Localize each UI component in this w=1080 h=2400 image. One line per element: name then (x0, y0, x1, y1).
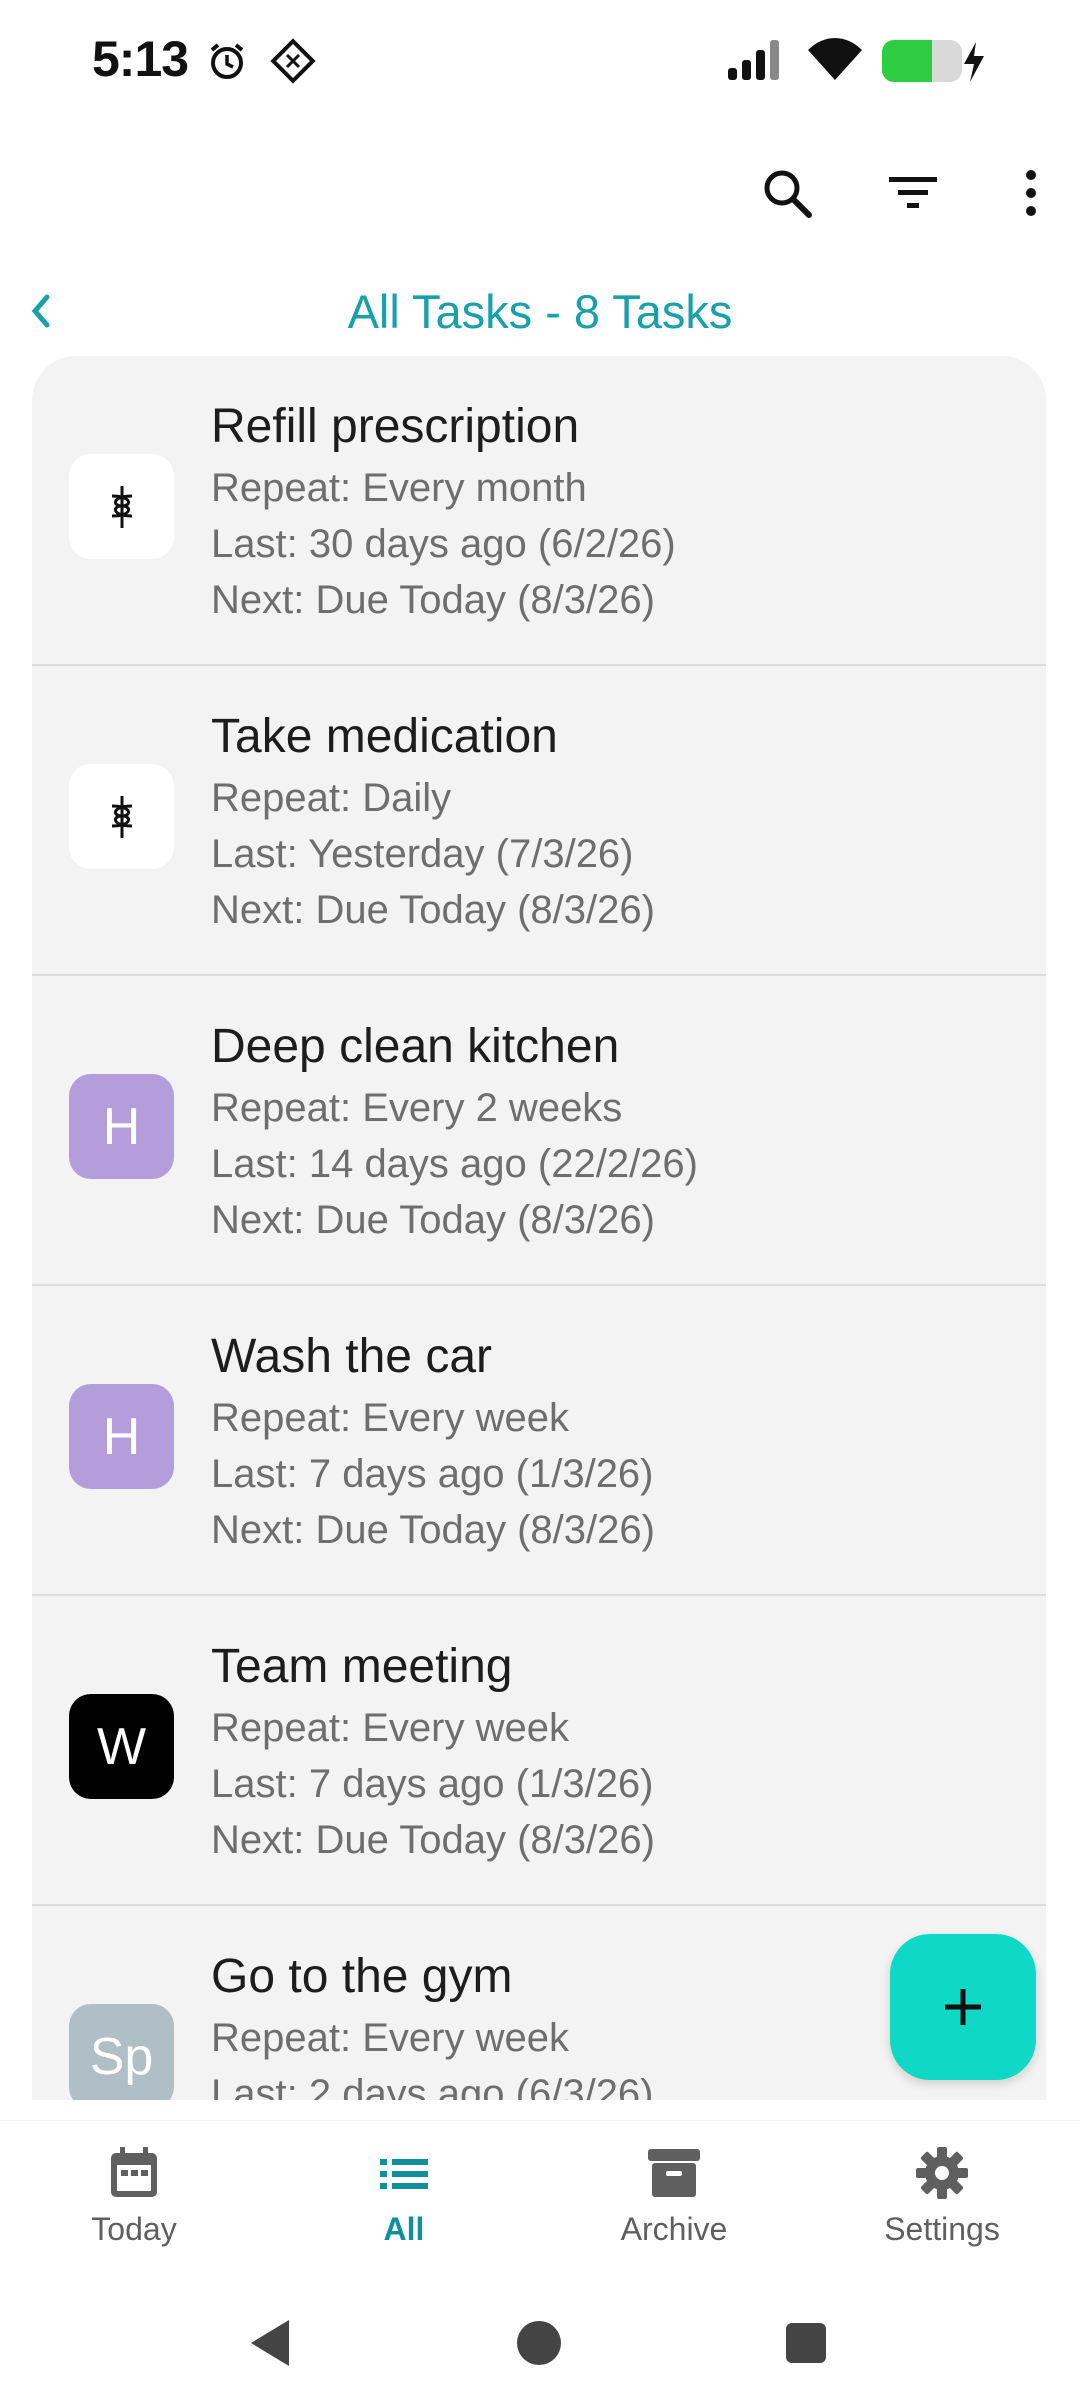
nav-settings[interactable]: Settings (842, 2145, 1042, 2275)
task-item[interactable]: Refill prescription Repeat: Every month … (32, 356, 1046, 666)
task-repeat: Repeat: Every week (211, 1706, 569, 1750)
task-title: Team meeting (211, 1640, 513, 1693)
filter-icon (889, 177, 937, 208)
task-avatar: H (69, 1074, 174, 1179)
task-next: Next: Due Today (8/3/26) (211, 888, 655, 932)
task-last: Last: 14 days ago (22/2/26) (211, 1142, 698, 1186)
task-last: Last: Yesterday (7/3/26) (211, 832, 634, 876)
task-next: Next: Due Today (8/3/26) (211, 1818, 655, 1862)
task-repeat: Repeat: Every week (211, 2016, 569, 2060)
nav-archive-label: Archive (620, 2211, 728, 2247)
task-last: Last: 2 days ago (6/3/26) (211, 2072, 654, 2100)
task-item[interactable]: H Wash the car Repeat: Every week Last: … (32, 1286, 1046, 1596)
square-recents-icon (786, 2323, 826, 2363)
list-icon (380, 2159, 428, 2189)
calendar-icon (111, 2147, 157, 2197)
task-repeat: Repeat: Every 2 weeks (211, 1086, 623, 1130)
more-vert-icon (1026, 170, 1036, 216)
signal-icon (728, 38, 784, 87)
task-last: Last: 30 days ago (6/2/26) (211, 522, 676, 566)
task-repeat: Repeat: Every month (211, 466, 587, 510)
nav-today-label: Today (91, 2211, 177, 2247)
recents-system-button[interactable] (771, 2308, 841, 2378)
title-row: All Tasks - 8 Tasks (0, 270, 1080, 360)
nav-all-label: All (383, 2211, 425, 2247)
task-title: Take medication (211, 710, 558, 763)
back-system-button[interactable] (235, 2308, 305, 2378)
bottom-nav: Today All Archive Settings (0, 2120, 1080, 2290)
toolbar-actions (680, 160, 1080, 226)
data-saver-icon (270, 38, 316, 89)
more-options-button[interactable] (998, 160, 1064, 226)
task-last: Last: 7 days ago (1/3/26) (211, 1762, 654, 1806)
task-avatar: H (69, 1384, 174, 1489)
circle-home-icon (517, 2321, 561, 2365)
task-next: Next: Due Today (8/3/26) (211, 1198, 655, 1242)
page-title: All Tasks - 8 Tasks (347, 285, 733, 338)
gear-icon (916, 2147, 968, 2199)
task-repeat: Repeat: Daily (211, 776, 452, 820)
task-list: Refill prescription Repeat: Every month … (32, 356, 1046, 2100)
nav-all[interactable]: All (304, 2145, 504, 2275)
archive-icon (648, 2149, 700, 2197)
task-avatar (69, 454, 174, 559)
task-last: Last: 7 days ago (1/3/26) (211, 1452, 654, 1496)
task-next: Next: Due Today (8/3/26) (211, 578, 655, 622)
search-icon (764, 170, 812, 218)
task-title: Go to the gym (211, 1950, 513, 2003)
task-title: Refill prescription (211, 400, 580, 453)
task-title: Wash the car (211, 1330, 492, 1383)
task-title: Deep clean kitchen (211, 1020, 620, 1073)
caduceus-icon (111, 485, 132, 528)
task-item[interactable]: Take medication Repeat: Daily Last: Yest… (32, 666, 1046, 976)
triangle-back-icon (251, 2320, 289, 2366)
home-system-button[interactable] (504, 2308, 574, 2378)
filter-button[interactable] (880, 160, 946, 226)
nav-today[interactable]: Today (34, 2145, 234, 2275)
battery-icon (880, 38, 990, 89)
task-repeat: Repeat: Every week (211, 1396, 569, 1440)
alarm-icon (206, 40, 248, 87)
task-item[interactable]: W Team meeting Repeat: Every week Last: … (32, 1596, 1046, 1906)
caduceus-icon (111, 795, 132, 838)
status-time: 5:13 (92, 31, 189, 87)
nav-archive[interactable]: Archive (574, 2145, 774, 2275)
task-item[interactable]: H Deep clean kitchen Repeat: Every 2 wee… (32, 976, 1046, 1286)
plus-icon (945, 1989, 981, 2025)
task-avatar: W (69, 1694, 174, 1799)
task-avatar: Sp (69, 2004, 174, 2100)
system-nav-bar (0, 2290, 1080, 2400)
task-avatar (69, 764, 174, 869)
wifi-icon (806, 36, 864, 87)
task-next: Next: Due Today (8/3/26) (211, 1508, 655, 1552)
search-button[interactable] (754, 160, 820, 226)
nav-settings-label: Settings (884, 2211, 1000, 2247)
add-task-button[interactable] (890, 1934, 1036, 2080)
status-bar: 5:13 (0, 0, 1080, 120)
